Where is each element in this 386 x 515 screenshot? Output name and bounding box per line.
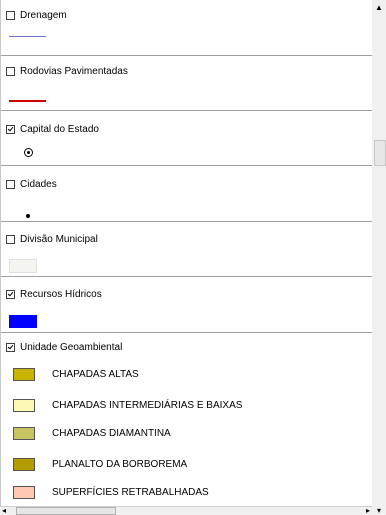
layer-rodovias: Rodovias Pavimentadas	[1, 56, 373, 111]
drainage-line-symbol	[9, 36, 46, 37]
layer-drenagem: Drenagem	[1, 0, 373, 56]
legend-item-label: PLANALTO DA BORBOREMA	[52, 458, 188, 470]
vertical-scrollbar[interactable]: ▲	[372, 0, 386, 510]
vertical-scroll-thumb[interactable]	[374, 140, 386, 166]
color-swatch	[13, 367, 35, 381]
legend-item-label: CHAPADAS INTERMEDIÁRIAS E BAIXAS	[52, 399, 243, 411]
road-line-symbol	[9, 100, 46, 102]
layer-header: Drenagem	[6, 6, 67, 24]
scroll-down-arrow-icon[interactable]: ▾	[372, 506, 386, 515]
layer-label: Recursos Hídricos	[20, 288, 102, 300]
layer-checkbox[interactable]	[6, 342, 15, 352]
layer-header: Recursos Hídricos	[6, 285, 102, 303]
scroll-up-arrow-icon[interactable]: ▲	[372, 0, 386, 14]
color-swatch	[13, 485, 35, 499]
legend-item: PLANALTO DA BORBOREMA	[13, 456, 187, 472]
legend-item-label: CHAPADAS ALTAS	[52, 368, 139, 380]
municipal-area-symbol	[9, 259, 37, 273]
water-area-symbol	[9, 315, 37, 328]
layer-checkbox[interactable]	[6, 10, 15, 20]
layer-divisao-municipal: Divisão Municipal	[1, 222, 373, 277]
horizontal-scroll-thumb[interactable]	[16, 507, 116, 515]
legend-item: CHAPADAS ALTAS	[13, 366, 139, 382]
legend-panel: Drenagem Rodovias Pavimentadas Capital d…	[0, 0, 373, 513]
layer-label: Capital do Estado	[20, 123, 99, 135]
layer-header: Divisão Municipal	[6, 230, 98, 248]
layer-unidade-geoambiental: Unidade Geoambiental CHAPADAS ALTAS CHAP…	[1, 333, 373, 513]
color-swatch	[13, 426, 35, 440]
scroll-left-arrow-icon[interactable]: ◂	[2, 506, 6, 515]
layer-header: Capital do Estado	[6, 120, 99, 138]
layer-checkbox[interactable]	[6, 289, 15, 299]
color-swatch	[13, 398, 35, 412]
legend-item: SUPERFÍCIES RETRABALHADAS	[13, 484, 209, 500]
legend-item-label: CHAPADAS DIAMANTINA	[52, 427, 171, 439]
city-dot-icon	[26, 214, 30, 218]
layer-checkbox[interactable]	[6, 66, 15, 76]
layer-header: Cidades	[6, 175, 57, 193]
legend-item-label: SUPERFÍCIES RETRABALHADAS	[52, 486, 209, 498]
layer-header: Rodovias Pavimentadas	[6, 62, 128, 80]
layer-label: Rodovias Pavimentadas	[20, 65, 128, 77]
layer-checkbox[interactable]	[6, 179, 15, 189]
scroll-right-arrow-icon[interactable]: ▸	[366, 506, 370, 515]
layer-recursos-hidricos: Recursos Hídricos	[1, 277, 373, 333]
layer-label: Drenagem	[20, 9, 67, 21]
layer-checkbox[interactable]	[6, 124, 15, 134]
layer-capital: Capital do Estado	[1, 111, 373, 166]
horizontal-scrollbar[interactable]: ◂ ▸	[0, 506, 372, 515]
layer-header: Unidade Geoambiental	[6, 338, 122, 356]
capital-circle-dot-icon	[24, 148, 33, 157]
legend-item: CHAPADAS INTERMEDIÁRIAS E BAIXAS	[13, 397, 242, 413]
layer-cidades: Cidades	[1, 166, 373, 222]
layer-label: Unidade Geoambiental	[20, 341, 123, 353]
layer-label: Divisão Municipal	[20, 233, 98, 245]
legend-item: CHAPADAS DIAMANTINA	[13, 425, 171, 441]
color-swatch	[13, 457, 35, 471]
layer-label: Cidades	[20, 178, 57, 190]
layer-checkbox[interactable]	[6, 234, 15, 244]
